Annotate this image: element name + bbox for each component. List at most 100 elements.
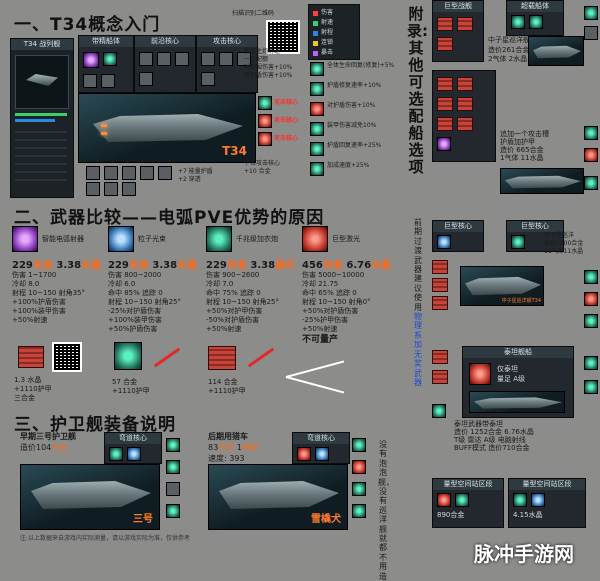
slot-icon[interactable] bbox=[104, 182, 118, 196]
core-icon[interactable] bbox=[511, 235, 525, 249]
crate-icon[interactable] bbox=[437, 117, 453, 131]
module-icon[interactable] bbox=[584, 314, 598, 328]
titan-info-line: 造价 1252合金 6.76水晶 bbox=[454, 428, 534, 436]
crate-icon[interactable] bbox=[457, 17, 473, 31]
appendix-note-pre: 前期过渡武器建议使用 bbox=[414, 218, 422, 312]
slot-icon[interactable] bbox=[158, 166, 172, 180]
arc-emitter-icon[interactable] bbox=[83, 52, 99, 68]
module-icon[interactable] bbox=[584, 6, 598, 20]
slot-icon[interactable] bbox=[86, 166, 100, 180]
slot-icon[interactable] bbox=[122, 182, 136, 196]
core-icon[interactable] bbox=[531, 493, 545, 507]
frigate-ship-image-right: 雪橇犬 bbox=[208, 464, 348, 530]
appendix-note-link[interactable]: 物理系加无奖武器 bbox=[414, 312, 422, 387]
particle-beam-icon[interactable] bbox=[108, 226, 134, 252]
crate-icon[interactable] bbox=[457, 97, 473, 111]
weapon-icon[interactable] bbox=[437, 137, 451, 151]
module-icon[interactable] bbox=[584, 356, 598, 370]
module-icon[interactable] bbox=[584, 270, 598, 284]
core-icon[interactable] bbox=[529, 15, 543, 29]
frigate-cost-left: 造价104合金 bbox=[20, 443, 67, 452]
crystal-unit: 水晶 bbox=[371, 260, 392, 271]
core-icon[interactable] bbox=[455, 493, 469, 507]
empty-slot-icon[interactable] bbox=[157, 52, 171, 66]
module-icon[interactable] bbox=[432, 404, 446, 418]
empty-slot-icon[interactable] bbox=[139, 72, 153, 86]
upgrade-core-icon[interactable] bbox=[114, 342, 142, 370]
note-line: 一个配额 bbox=[244, 56, 269, 63]
core-icon[interactable] bbox=[103, 52, 117, 66]
empty-slot-icon[interactable] bbox=[201, 72, 215, 86]
titan-info-line: BUFF模式 造价710合金 bbox=[454, 444, 530, 452]
mid-ship-image: 中子星巡洋舰T34 bbox=[460, 266, 544, 306]
crate-icon[interactable] bbox=[437, 97, 453, 111]
module-icon[interactable] bbox=[584, 26, 598, 40]
module-icon[interactable] bbox=[352, 460, 366, 474]
crate-icon[interactable] bbox=[432, 370, 448, 384]
attack-core-icon[interactable] bbox=[258, 96, 272, 110]
giga-laser-icon[interactable] bbox=[302, 226, 328, 252]
arc-emitter-icon[interactable] bbox=[12, 226, 38, 252]
crate-icon[interactable] bbox=[432, 296, 448, 310]
module-icon[interactable] bbox=[166, 460, 180, 474]
attack-core-icon[interactable] bbox=[258, 132, 272, 146]
slot-icon[interactable] bbox=[140, 166, 154, 180]
module-icon[interactable] bbox=[352, 482, 366, 496]
empty-slot-icon[interactable] bbox=[219, 52, 233, 66]
module-icon[interactable] bbox=[584, 380, 598, 394]
titan-laser-icon[interactable] bbox=[469, 363, 491, 385]
crate-icon[interactable] bbox=[457, 77, 473, 91]
core-icon[interactable] bbox=[437, 493, 451, 507]
core-icon[interactable] bbox=[513, 493, 527, 507]
frigate-speed-right: 速度: 393 bbox=[208, 454, 245, 463]
mid-crates bbox=[432, 260, 456, 340]
empty-slot-icon[interactable] bbox=[139, 52, 153, 66]
legend-item: 射速 bbox=[321, 19, 334, 26]
buff-icon bbox=[310, 102, 324, 116]
core-icon[interactable] bbox=[511, 15, 525, 29]
module-icon[interactable] bbox=[352, 504, 366, 518]
empty-slot-icon[interactable] bbox=[201, 52, 215, 66]
slot-icon[interactable] bbox=[122, 166, 136, 180]
extra-line: 1.3 水晶 bbox=[14, 376, 42, 384]
module-icon[interactable] bbox=[584, 176, 598, 190]
module-icon[interactable] bbox=[352, 438, 366, 452]
legend-item: 射程 bbox=[321, 29, 334, 36]
module-icon[interactable] bbox=[166, 504, 180, 518]
crate-icon[interactable] bbox=[457, 117, 473, 131]
module-icon[interactable] bbox=[584, 148, 598, 162]
core-icon[interactable] bbox=[315, 447, 329, 461]
crate-icon[interactable] bbox=[437, 37, 453, 51]
module-icon[interactable] bbox=[584, 292, 598, 306]
core-icon[interactable] bbox=[437, 235, 451, 249]
slot-icon[interactable] bbox=[104, 166, 118, 180]
core-icon[interactable] bbox=[109, 447, 123, 461]
module-icon[interactable] bbox=[584, 126, 598, 140]
legend-item: 伤害 bbox=[321, 9, 334, 16]
slot-icon[interactable] bbox=[86, 182, 100, 196]
crate-icon[interactable] bbox=[18, 346, 44, 368]
module-icon[interactable] bbox=[166, 482, 180, 496]
crate-icon[interactable] bbox=[208, 346, 236, 370]
core-icon[interactable] bbox=[297, 447, 311, 461]
attack-core-icon[interactable] bbox=[258, 114, 272, 128]
empty-slot-icon[interactable] bbox=[175, 52, 189, 66]
crate-icon[interactable] bbox=[437, 77, 453, 91]
panel-header: 巨型核心 bbox=[433, 221, 483, 232]
core-icon[interactable] bbox=[127, 447, 141, 461]
crate-icon[interactable] bbox=[432, 278, 448, 292]
crate-icon[interactable] bbox=[432, 260, 448, 274]
w2-extra: 57 合金 +1110护甲 bbox=[112, 378, 150, 396]
module-icon[interactable] bbox=[166, 438, 180, 452]
buff-note: 对护盾伤害+10% bbox=[327, 102, 376, 109]
legend-swatch bbox=[313, 51, 318, 56]
crate-icon[interactable] bbox=[432, 350, 448, 364]
qr-caption: 扫描识别二维码 bbox=[232, 10, 275, 17]
weapon-card-3: 千兆级加农炮 229合金 3.38晶石 伤害 900~2600 冷却 7.0 命… bbox=[206, 226, 300, 334]
buff-icon bbox=[310, 142, 324, 156]
empty-slot-icon[interactable] bbox=[101, 74, 115, 88]
empty-slot-icon[interactable] bbox=[83, 74, 97, 88]
mass-driver-icon[interactable] bbox=[206, 226, 232, 252]
side-label: 攻击核心 bbox=[274, 99, 299, 106]
crate-icon[interactable] bbox=[437, 17, 453, 31]
